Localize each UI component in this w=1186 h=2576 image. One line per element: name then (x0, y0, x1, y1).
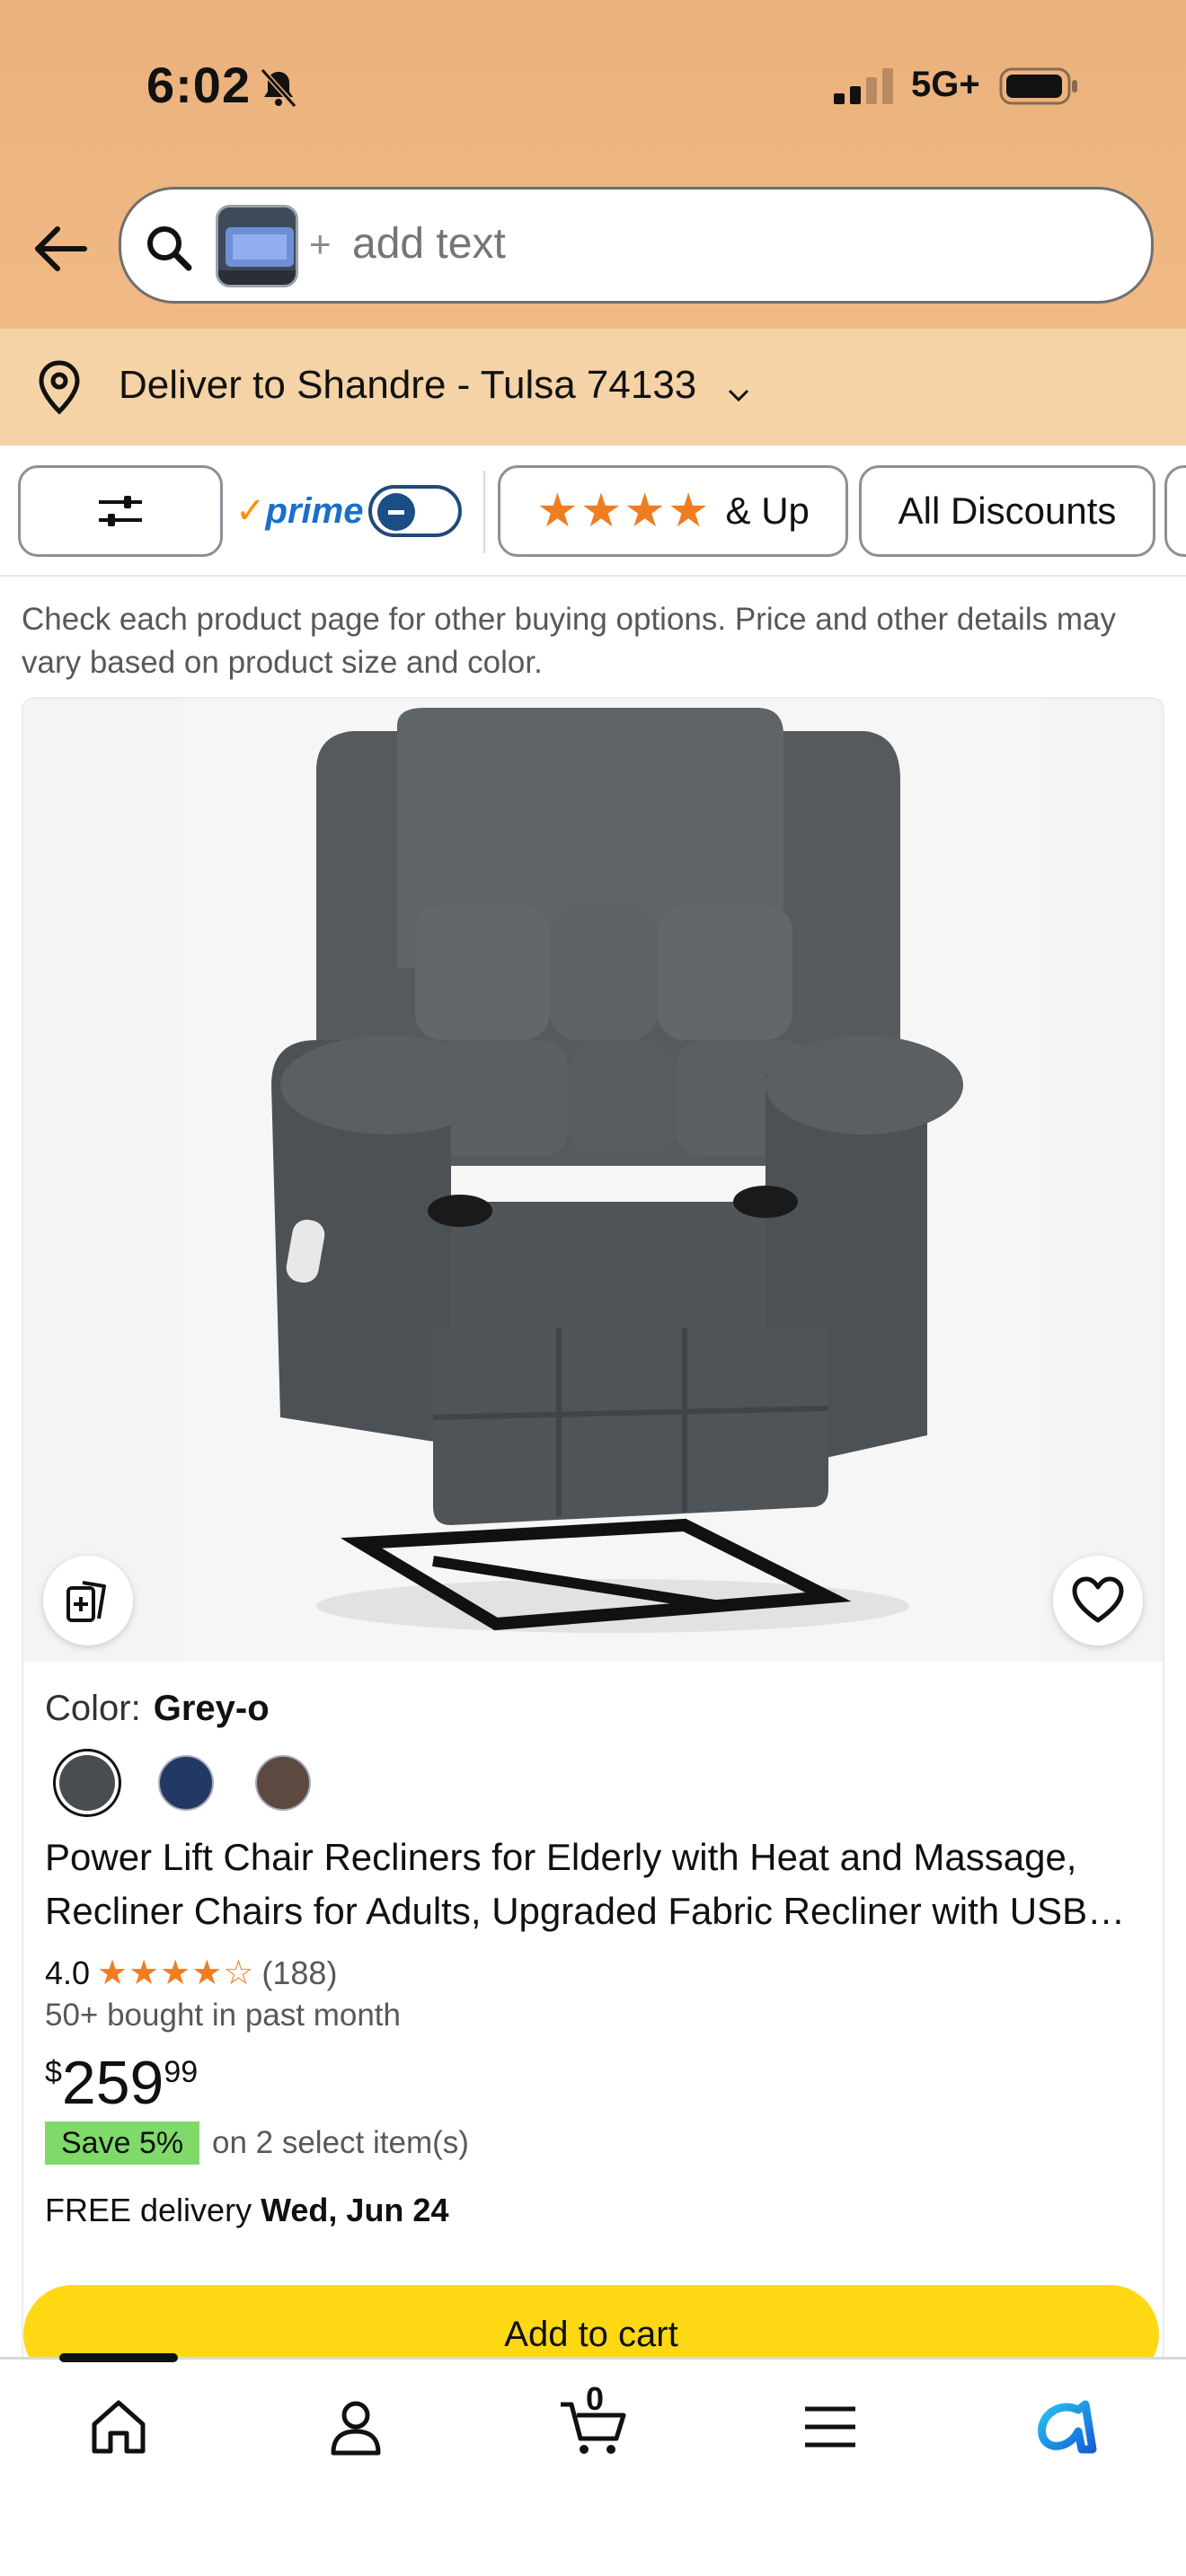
delivery-info: FREE delivery Wed, Jun 24 (45, 2192, 449, 2228)
menu-icon (805, 2406, 855, 2448)
ai-assistant-icon (1038, 2400, 1097, 2454)
discounts-filter-chip[interactable]: All Discounts (859, 465, 1155, 557)
more-filter-chip[interactable] (1164, 465, 1186, 557)
cart-count-badge: 0 (586, 2380, 605, 2417)
nav-ai-assistant[interactable] (1022, 2382, 1112, 2472)
sliders-icon (99, 496, 142, 526)
nav-account[interactable] (311, 2382, 401, 2472)
filter-settings-button[interactable] (18, 465, 223, 557)
bell-off-icon (260, 67, 297, 109)
home-icon (92, 2400, 146, 2454)
bought-count: 50+ bought in past month (45, 1998, 401, 2033)
search-image-thumbnail[interactable] (216, 205, 298, 287)
battery-icon (999, 67, 1077, 105)
nav-menu[interactable] (785, 2382, 875, 2472)
wishlist-button[interactable] (1053, 1556, 1143, 1645)
product-image-area[interactable] (23, 699, 1163, 1662)
toggle-knob (377, 493, 415, 531)
rating-value: 4.0 (45, 1954, 91, 1991)
save-badge: Save 5% (45, 2122, 200, 2165)
search-input[interactable] (352, 219, 981, 269)
discounts-filter-label: All Discounts (898, 490, 1117, 532)
heart-icon (1072, 1576, 1124, 1623)
deliver-address[interactable]: Deliver to Shandre - Tulsa 74133 (119, 363, 696, 408)
delivery-date: Wed, Jun 24 (261, 2192, 449, 2228)
product-image[interactable] (181, 699, 1044, 1662)
color-swatch-navy[interactable] (158, 1755, 214, 1811)
color-label: Color: Grey-o (45, 1689, 270, 1728)
compare-icon (66, 1581, 106, 1622)
buying-options-notice: Check each product page for other buying… (22, 602, 1116, 680)
location-pin-icon (39, 360, 80, 415)
chevron-down-icon[interactable] (726, 383, 751, 408)
rating-filter-chip[interactable]: ★★★★ & Up (498, 465, 848, 557)
signal-icon (834, 68, 893, 104)
save-details[interactable]: on 2 select item(s) (212, 2125, 469, 2161)
color-swatch-grey[interactable] (59, 1755, 115, 1811)
network-type: 5G+ (911, 65, 980, 104)
product-price: $25999 (45, 2049, 199, 2117)
status-time: 6:02 (146, 57, 252, 113)
add-text-plus: + (309, 223, 332, 265)
prime-logo: ✓prime (235, 491, 364, 531)
color-swatch-brown[interactable] (255, 1755, 311, 1811)
person-icon (331, 2401, 381, 2456)
active-tab-indicator (59, 2353, 178, 2362)
nav-home[interactable] (74, 2382, 164, 2472)
rating-row[interactable]: 4.0 ★★★★☆ (188) (45, 1953, 337, 1993)
divider (483, 471, 485, 553)
back-arrow-icon[interactable] (31, 219, 90, 278)
search-icon[interactable] (144, 223, 194, 273)
product-title[interactable]: Power Lift Chair Recliners for Elderly w… (45, 1831, 1141, 1938)
rating-filter-label: & Up (725, 490, 810, 532)
compare-button[interactable] (43, 1556, 133, 1645)
prime-toggle[interactable] (368, 485, 462, 537)
rating-stars-icon: ★★★★☆ (97, 1954, 255, 1992)
color-value: Grey-o (153, 1689, 270, 1728)
rating-count: (188) (261, 1954, 338, 1991)
rating-stars-icon: ★★★★ (536, 485, 712, 537)
